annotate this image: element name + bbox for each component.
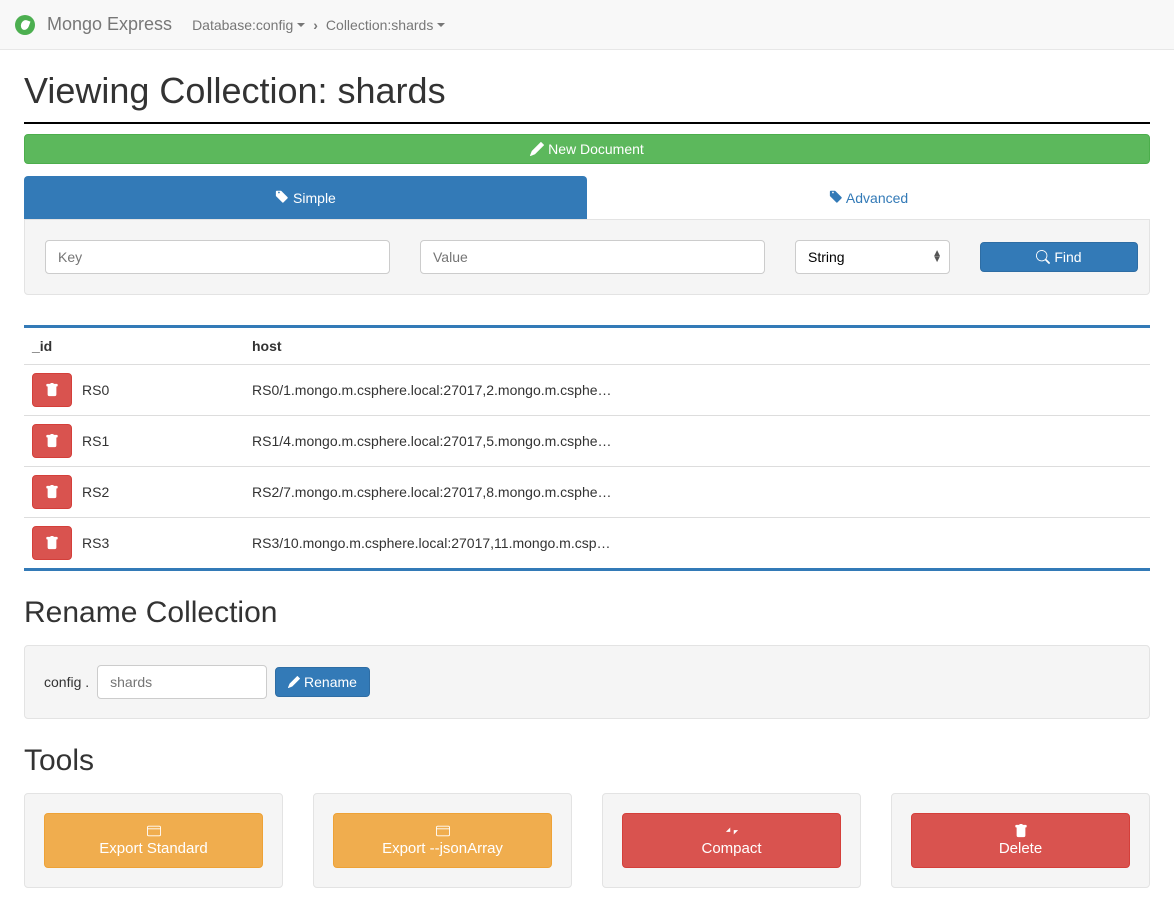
- breadcrumb-collection[interactable]: Collection: shards: [326, 17, 445, 33]
- delete-row-button[interactable]: [32, 526, 72, 560]
- navbar: Mongo Express Database: config › Collect…: [0, 0, 1174, 50]
- row-id: RS3: [82, 535, 109, 551]
- pencil-icon: [288, 676, 300, 688]
- pencil-icon: [530, 142, 544, 156]
- row-host: RS0/1.mongo.m.csphere.local:27017,2.mong…: [252, 382, 632, 398]
- column-header-id: _id: [24, 328, 244, 365]
- breadcrumb: Database: config › Collection: shards: [192, 17, 445, 33]
- row-host: RS2/7.mongo.m.csphere.local:27017,8.mong…: [252, 484, 632, 500]
- table-row[interactable]: RS1 RS1/4.mongo.m.csphere.local:27017,5.m…: [24, 416, 1150, 467]
- save-icon: [147, 824, 161, 838]
- table-row[interactable]: RS3 RS3/10.mongo.m.csphere.local:27017,11…: [24, 518, 1150, 569]
- row-id: RS2: [82, 484, 109, 500]
- tools-row: Export Standard Export --jsonArray Compa…: [24, 793, 1150, 888]
- compact-button[interactable]: Compact: [622, 813, 841, 868]
- trash-icon: [45, 485, 59, 499]
- chevron-right-icon: ›: [313, 17, 318, 33]
- save-icon: [436, 824, 450, 838]
- row-id: RS0: [82, 382, 109, 398]
- search-panel: String ▲▼ Find: [24, 219, 1150, 295]
- trash-icon: [45, 383, 59, 397]
- search-icon: [1036, 250, 1050, 264]
- brand-text: Mongo Express: [47, 14, 172, 35]
- table-row[interactable]: RS0 RS0/1.mongo.m.csphere.local:27017,2.m…: [24, 365, 1150, 416]
- delete-row-button[interactable]: [32, 373, 72, 407]
- trash-icon: [45, 434, 59, 448]
- export-standard-button[interactable]: Export Standard: [44, 813, 263, 868]
- search-type-select[interactable]: String: [795, 240, 950, 274]
- brand-link[interactable]: Mongo Express: [15, 14, 172, 35]
- table-row[interactable]: RS2 RS2/7.mongo.m.csphere.local:27017,8.m…: [24, 467, 1150, 518]
- search-key-input[interactable]: [45, 240, 390, 274]
- tags-icon: [829, 189, 843, 203]
- tab-advanced[interactable]: Advanced: [587, 176, 1150, 219]
- logo-icon: [15, 15, 35, 35]
- caret-down-icon: [437, 23, 445, 27]
- trash-icon: [1014, 824, 1028, 838]
- find-button[interactable]: Find: [980, 242, 1138, 272]
- row-host: RS1/4.mongo.m.csphere.local:27017,5.mong…: [252, 433, 632, 449]
- tab-simple[interactable]: Simple: [24, 176, 587, 219]
- rename-button[interactable]: Rename: [275, 667, 370, 697]
- delete-row-button[interactable]: [32, 424, 72, 458]
- page-title: Viewing Collection: shards: [24, 70, 1150, 124]
- delete-row-button[interactable]: [32, 475, 72, 509]
- column-header-host: host: [244, 328, 1150, 365]
- search-value-input[interactable]: [420, 240, 765, 274]
- rename-panel: config . Rename: [24, 645, 1150, 719]
- row-host: RS3/10.mongo.m.csphere.local:27017,11.mo…: [252, 535, 632, 551]
- row-id: RS1: [82, 433, 109, 449]
- export-jsonarray-button[interactable]: Export --jsonArray: [333, 813, 552, 868]
- tools-heading: Tools: [24, 744, 1150, 778]
- delete-button[interactable]: Delete: [911, 813, 1130, 868]
- compress-icon: [725, 824, 739, 838]
- trash-icon: [45, 536, 59, 550]
- caret-down-icon: [297, 23, 305, 27]
- rename-heading: Rename Collection: [24, 596, 1150, 630]
- tags-icon: [275, 189, 289, 203]
- rename-db-label: config .: [44, 674, 89, 690]
- documents-table: _id host RS0 RS0/1.mongo.m.csphere.local:…: [24, 325, 1150, 571]
- breadcrumb-database[interactable]: Database: config: [192, 17, 305, 33]
- new-document-button[interactable]: New Document: [24, 134, 1150, 164]
- search-tabs: Simple Advanced: [24, 176, 1150, 219]
- rename-input[interactable]: [97, 665, 267, 699]
